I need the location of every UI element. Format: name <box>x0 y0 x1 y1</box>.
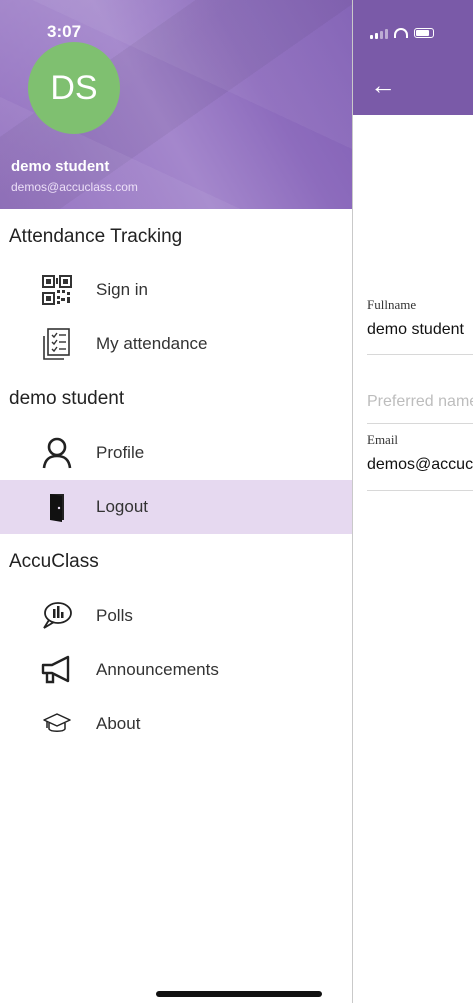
menu-label-sign-in: Sign in <box>96 280 148 299</box>
menu-item-polls[interactable]: Polls <box>0 589 352 643</box>
graduation-cap-icon <box>40 707 74 741</box>
drawer-header: 3:07 DS demo student demos@accuclass.com <box>0 0 352 209</box>
section-title-user: demo student <box>9 388 125 409</box>
menu-label-logout: Logout <box>96 497 148 516</box>
email-value: demos@accuclass.com <box>367 456 473 473</box>
wifi-icon <box>394 28 408 38</box>
section-title-attendance: Attendance Tracking <box>9 226 183 247</box>
megaphone-icon <box>40 653 74 687</box>
preferred-name-field[interactable]: Preferred name <box>367 393 473 424</box>
menu-item-announcements[interactable]: Announcements <box>0 643 352 697</box>
navigation-drawer: 3:07 DS demo student demos@accuclass.com… <box>0 0 353 1003</box>
menu-item-logout[interactable]: Logout <box>0 480 352 534</box>
door-icon <box>40 490 74 524</box>
poll-chat-icon <box>40 599 74 633</box>
menu-item-my-attendance[interactable]: My attendance <box>0 317 352 371</box>
fullname-field[interactable]: Fullname demo student <box>367 297 473 355</box>
menu-label-polls: Polls <box>96 606 133 625</box>
section-title-accuclass: AccuClass <box>9 551 99 572</box>
back-arrow-icon[interactable]: ← <box>370 72 396 98</box>
menu-label-profile: Profile <box>96 443 145 462</box>
person-icon <box>40 436 74 470</box>
user-email: demos@accuclass.com <box>11 180 138 194</box>
email-field[interactable]: Email demos@accuclass.com <box>367 432 473 491</box>
menu-label-about: About <box>96 714 141 733</box>
status-time: 3:07 <box>47 22 82 41</box>
fullname-label: Fullname <box>367 297 417 312</box>
user-name: demo student <box>11 158 110 175</box>
menu-label-announcements: Announcements <box>96 660 219 679</box>
signal-icon <box>370 28 388 39</box>
preferred-name-placeholder: Preferred name <box>367 393 473 410</box>
battery-icon <box>414 28 434 38</box>
email-label: Email <box>367 432 399 447</box>
menu-label-my-attendance: My attendance <box>96 334 208 353</box>
fullname-value: demo student <box>367 321 464 338</box>
menu-item-profile[interactable]: Profile <box>0 426 352 480</box>
checklist-icon <box>40 327 74 361</box>
qr-code-icon <box>40 273 74 307</box>
menu-item-about[interactable]: About <box>0 697 352 751</box>
avatar: DS <box>28 42 120 134</box>
menu-item-sign-in[interactable]: Sign in <box>0 263 352 317</box>
home-indicator <box>156 991 322 997</box>
status-icons <box>370 24 434 42</box>
